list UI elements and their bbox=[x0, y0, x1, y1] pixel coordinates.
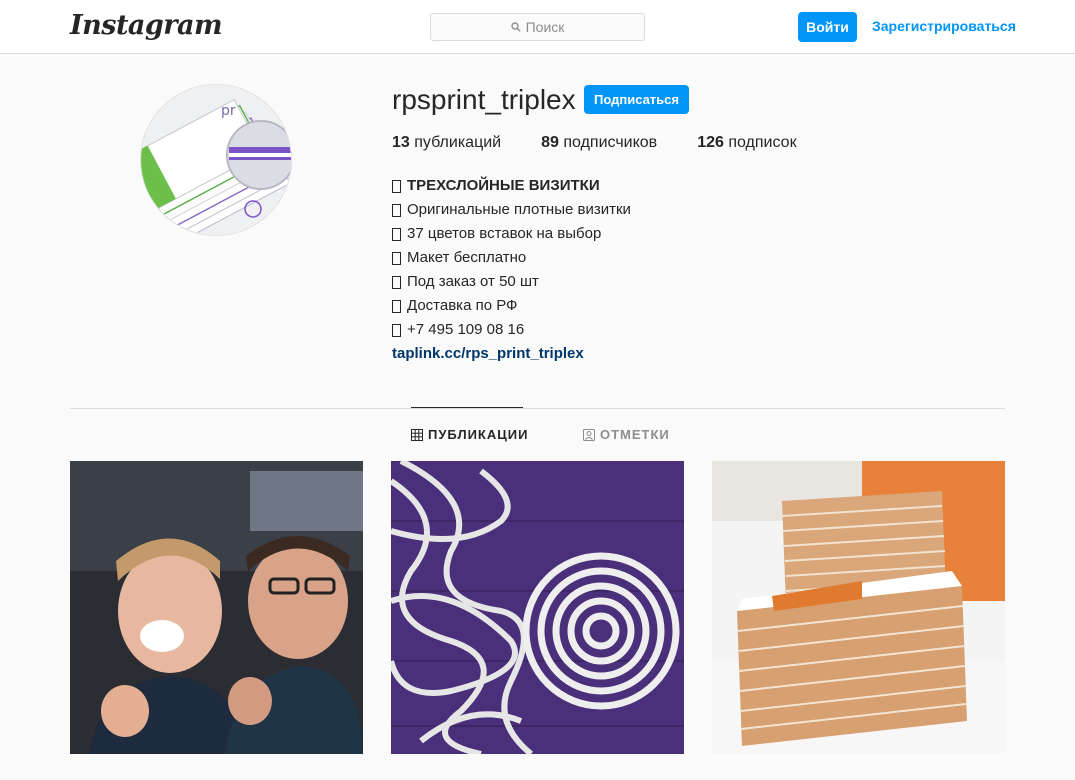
bio-website-link[interactable]: taplink.cc/rps_print_triplex bbox=[392, 342, 584, 366]
avatar-image: pr bbox=[141, 85, 291, 235]
emoji-placeholder-icon bbox=[392, 179, 401, 193]
emoji-placeholder-icon bbox=[392, 275, 401, 289]
bio-link-line: taplink.cc/rps_print_triplex bbox=[392, 342, 631, 366]
tab-posts[interactable]: ПУБЛИКАЦИИ bbox=[411, 427, 528, 442]
profile-avatar[interactable]: pr bbox=[140, 84, 292, 236]
tabs-divider bbox=[70, 408, 1005, 409]
emoji-placeholder-icon bbox=[392, 323, 401, 337]
bio-line: Доставка по РФ bbox=[392, 294, 631, 318]
post-image-business-cards bbox=[712, 461, 1005, 754]
posts-count: 13 bbox=[392, 134, 410, 151]
following-label: подписок bbox=[728, 134, 797, 151]
login-button[interactable]: Войти bbox=[798, 12, 857, 42]
followers-label: подписчиков bbox=[563, 134, 658, 151]
post-thumbnail[interactable] bbox=[70, 461, 363, 754]
bio-line: Под заказ от 50 шт bbox=[392, 270, 631, 294]
followers-count: 89 bbox=[541, 134, 559, 151]
profile-username: rpsprint_triplex bbox=[392, 84, 576, 115]
bio-line: Оригинальные плотные визитки bbox=[392, 198, 631, 222]
bio-text: Под заказ от 50 шт bbox=[407, 273, 539, 290]
post-thumbnail[interactable] bbox=[712, 461, 1005, 754]
bio-text: ТРЕХСЛОЙНЫЕ ВИЗИТКИ bbox=[407, 177, 600, 194]
post-image-selfie bbox=[70, 461, 363, 754]
tab-tagged-label: ОТМЕТКИ bbox=[600, 427, 670, 442]
search-icon bbox=[510, 22, 521, 32]
bio-text: Макет бесплатно bbox=[407, 249, 527, 266]
posts-label: публикаций bbox=[414, 134, 502, 151]
tab-tagged[interactable]: ОТМЕТКИ bbox=[583, 427, 670, 442]
bio-text: 37 цветов вставок на выбор bbox=[407, 225, 602, 242]
tab-posts-label: ПУБЛИКАЦИИ bbox=[428, 427, 529, 442]
bio-text: Оригинальные плотные визитки bbox=[407, 201, 631, 218]
emoji-placeholder-icon bbox=[392, 251, 401, 265]
svg-text:pr: pr bbox=[221, 103, 236, 119]
following-stat[interactable]: 126 подписок bbox=[697, 134, 796, 152]
register-link[interactable]: Зарегистрироваться bbox=[872, 18, 1016, 34]
bio-line: +7 495 109 08 16 bbox=[392, 318, 631, 342]
bio-text: +7 495 109 08 16 bbox=[407, 321, 525, 338]
follow-button[interactable]: Подписаться bbox=[584, 85, 689, 114]
tagged-person-icon bbox=[583, 428, 595, 441]
post-image-ropes bbox=[391, 461, 684, 754]
bio-line: 37 цветов вставок на выбор bbox=[392, 222, 631, 246]
emoji-placeholder-icon bbox=[392, 227, 401, 241]
profile-bio: ТРЕХСЛОЙНЫЕ ВИЗИТКИ Оригинальные плотные… bbox=[392, 174, 631, 366]
bio-line: ТРЕХСЛОЙНЫЕ ВИЗИТКИ bbox=[392, 174, 631, 198]
followers-stat[interactable]: 89 подписчиков bbox=[541, 134, 657, 152]
top-navigation-bar: Instagram Поиск Войти Зарегистрироваться bbox=[0, 0, 1075, 54]
grid-icon bbox=[411, 428, 423, 441]
posts-stat: 13 публикаций bbox=[392, 134, 501, 152]
bio-line: Макет бесплатно bbox=[392, 246, 631, 270]
search-placeholder: Поиск bbox=[525, 19, 565, 35]
active-tab-indicator bbox=[411, 407, 523, 408]
instagram-logo[interactable]: Instagram bbox=[70, 10, 223, 41]
bio-text: Доставка по РФ bbox=[407, 297, 518, 314]
search-input[interactable]: Поиск bbox=[430, 13, 645, 41]
emoji-placeholder-icon bbox=[392, 203, 401, 217]
profile-stats: 13 публикаций 89 подписчиков 126 подписо… bbox=[392, 134, 837, 152]
post-thumbnail[interactable] bbox=[391, 461, 684, 754]
emoji-placeholder-icon bbox=[392, 299, 401, 313]
following-count: 126 bbox=[697, 134, 724, 151]
